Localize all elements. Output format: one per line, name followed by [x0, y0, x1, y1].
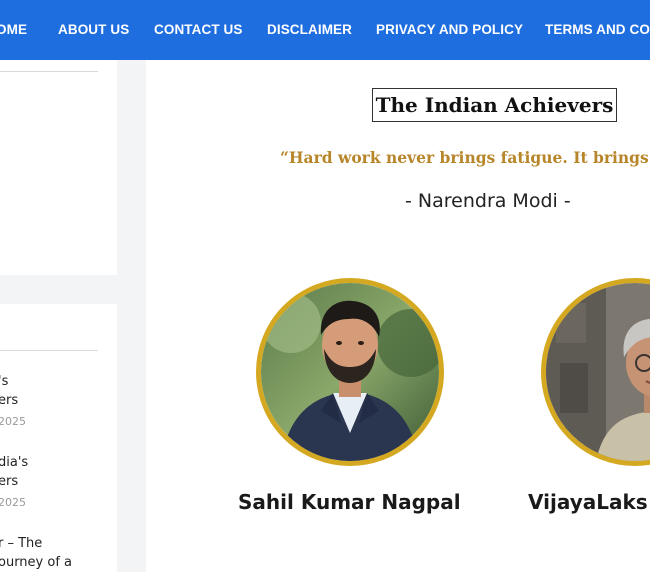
recent-post-link[interactable]: 's ers	[0, 372, 108, 410]
sidebar-divider	[0, 350, 98, 351]
nav-disclaimer[interactable]: DISCLAIMER	[267, 22, 352, 37]
recent-post-date: 2025	[0, 496, 26, 509]
recent-post-title-line: dia's	[0, 455, 29, 470]
site-title: The Indian Achievers	[372, 88, 617, 122]
sidebar-recent-posts: 's ers 2025 dia's ers 2025 r – The ourne…	[0, 304, 117, 572]
sidebar-divider	[0, 71, 98, 72]
nav-privacy-policy[interactable]: PRIVACY AND POLICY	[376, 22, 523, 37]
recent-post-link[interactable]: dia's ers	[0, 453, 108, 491]
sidebar-widget-top	[0, 60, 117, 275]
recent-post-title-line: ers	[0, 393, 19, 408]
top-navigation: OME ABOUT US CONTACT US DISCLAIMER PRIVA…	[0, 0, 650, 60]
recent-post-title-line: ourney of a	[0, 555, 73, 570]
man-portrait-image	[261, 283, 439, 461]
nav-terms[interactable]: TERMS AND CON	[545, 22, 650, 37]
nav-about-us[interactable]: ABOUT US	[58, 22, 129, 37]
recent-post-title-line: r – The	[0, 536, 43, 551]
recent-post-title-line: ers	[0, 474, 19, 489]
featured-quote: “Hard work never brings fatigue. It brin…	[280, 148, 650, 167]
recent-post-title-line: 's	[0, 374, 9, 389]
achiever-photo[interactable]	[256, 278, 444, 466]
recent-post-date: 2025	[0, 415, 26, 428]
recent-post-link[interactable]: r – The ourney of a	[0, 534, 108, 572]
nav-home[interactable]: OME	[0, 22, 27, 37]
achiever-name[interactable]: Sahil Kumar Nagpal	[238, 490, 461, 514]
nav-contact-us[interactable]: CONTACT US	[154, 22, 243, 37]
achiever-name[interactable]: VijayaLaks	[528, 490, 648, 514]
quote-author: - Narendra Modi -	[405, 190, 571, 212]
woman-portrait-image	[546, 283, 650, 461]
main-content: The Indian Achievers “Hard work never br…	[146, 60, 650, 572]
achiever-photo[interactable]	[541, 278, 650, 466]
